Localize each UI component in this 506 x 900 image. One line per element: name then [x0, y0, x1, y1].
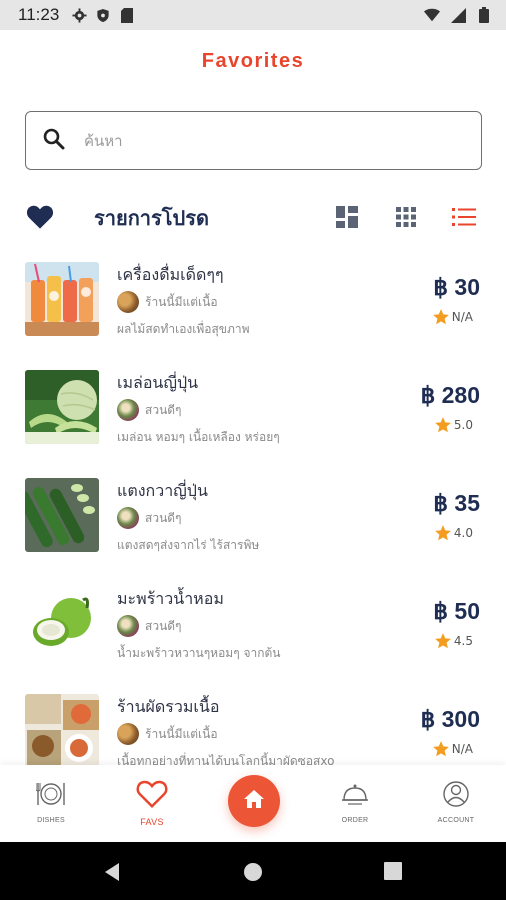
search-box[interactable]: [25, 111, 482, 170]
star-icon: [432, 741, 449, 757]
item-price: ฿ 35: [433, 490, 480, 516]
stirfry-thumbnail: [25, 694, 99, 765]
rating-value: 4.5: [453, 634, 473, 648]
nav-dishes[interactable]: DISHES: [21, 779, 81, 824]
drink-thumbnail: [25, 262, 99, 336]
star-icon: [435, 525, 451, 541]
dashboard-view-icon[interactable]: [335, 205, 359, 229]
item-description: เมล่อน หอมๆ เนื้อเหลือง หร่อยๆ: [117, 430, 280, 444]
battery-icon: [476, 7, 492, 23]
rating-value: 5.0: [453, 418, 473, 432]
store-avatar: [117, 291, 139, 313]
store-info: ร้านนี้มีแต่เนื้อ: [117, 723, 218, 745]
nav-account-label: ACCOUNT: [437, 817, 475, 824]
favorite-item[interactable]: ร้านผัดรวมเนื้อ ร้านนี้มีแต่เนื้อ เนื้อท…: [0, 682, 506, 765]
store-info: ร้านนี้มีแต่เนื้อ: [117, 291, 218, 313]
store-name: สวนดีๆ: [145, 402, 182, 417]
star-icon: [435, 417, 451, 433]
sd-card-icon: [119, 7, 135, 23]
store-avatar: [117, 399, 139, 421]
item-price: ฿ 280: [420, 382, 480, 408]
store-name: ร้านนี้มีแต่เนื้อ: [145, 294, 218, 309]
dishes-icon: [35, 783, 66, 813]
item-description: น้ำมะพร้าวหวานๆหอมๆ จากต้น: [117, 646, 281, 660]
system-navigation-bar: [0, 842, 506, 900]
store-avatar: [117, 723, 139, 745]
nav-favs[interactable]: FAVS: [122, 779, 182, 827]
item-name: มะพร้าวน้ำหอม: [117, 589, 224, 608]
item-price: ฿ 30: [433, 274, 480, 300]
favorites-section-header: รายการโปรด: [0, 196, 506, 240]
favorites-list[interactable]: เครื่องดื่มเด็ดๆๆ ร้านนี้มีแต่เนื้อ ผลไม…: [0, 250, 506, 765]
shield-icon: [95, 7, 111, 23]
heart-icon: [26, 204, 54, 234]
settings-gear-icon: [71, 7, 87, 23]
item-description: ผลไม้สดทำเองเพื่อสุขภาพ: [117, 322, 250, 336]
cloche-icon: [340, 784, 370, 813]
signal-icon: [450, 7, 466, 23]
store-info: สวนดีๆ: [117, 399, 182, 421]
nav-order-label: ORDER: [341, 817, 369, 824]
wifi-icon: [424, 7, 440, 23]
nav-order[interactable]: ORDER: [325, 779, 385, 824]
back-icon[interactable]: [103, 862, 121, 886]
star-icon: [432, 309, 449, 325]
item-price: ฿ 300: [420, 706, 480, 732]
favorite-item[interactable]: เครื่องดื่มเด็ดๆๆ ร้านนี้มีแต่เนื้อ ผลไม…: [0, 250, 506, 358]
favorite-item[interactable]: แตงกวาญี่ปุ่น สวนดีๆ แตงสดๆส่งจากไร่ ไร้…: [0, 466, 506, 574]
grid-view-icon[interactable]: [394, 205, 418, 229]
home-circle-icon[interactable]: [243, 862, 263, 886]
rating-value: N/A: [451, 310, 473, 324]
status-time: 11:23: [18, 5, 60, 24]
bottom-navigation: DISHES FAVS ORDER ACCOUNT: [0, 765, 506, 842]
item-description: แตงสดๆส่งจากไร่ ไร้สารพิษ: [117, 538, 260, 552]
store-info: สวนดีๆ: [117, 615, 182, 637]
heart-outline-icon: [135, 780, 169, 813]
item-price: ฿ 50: [433, 598, 480, 624]
item-description: เนื้อทุกอย่างที่ทานได้บนโลกนี้มาผัดซอสxo: [117, 754, 335, 765]
item-name: เครื่องดื่มเด็ดๆๆ: [117, 265, 224, 284]
store-info: สวนดีๆ: [117, 507, 182, 529]
item-name: แตงกวาญี่ปุ่น: [117, 481, 208, 500]
home-icon: [243, 789, 265, 813]
status-bar: 11:23: [0, 0, 506, 30]
page-title: Favorites: [201, 50, 305, 72]
item-rating: 5.0: [434, 416, 473, 434]
favorite-item[interactable]: มะพร้าวน้ำหอม สวนดีๆ น้ำมะพร้าวหวานๆหอมๆ…: [0, 574, 506, 682]
store-name: สวนดีๆ: [145, 618, 182, 633]
search-input[interactable]: [84, 131, 444, 150]
item-rating: 4.5: [434, 632, 473, 650]
store-name: ร้านนี้มีแต่เนื้อ: [145, 726, 218, 741]
nav-dishes-label: DISHES: [37, 817, 65, 824]
coconut-thumbnail: [25, 586, 99, 660]
recents-icon[interactable]: [384, 862, 402, 884]
item-name: ร้านผัดรวมเนื้อ: [117, 697, 220, 716]
melon-thumbnail: [25, 370, 99, 444]
store-name: สวนดีๆ: [145, 510, 182, 525]
cucumber-thumbnail: [25, 478, 99, 552]
search-icon: [42, 127, 66, 155]
item-name: เมล่อนญี่ปุ่น: [117, 373, 199, 392]
nav-account[interactable]: ACCOUNT: [426, 779, 486, 824]
store-avatar: [117, 615, 139, 637]
section-title: รายการโปรด: [94, 206, 209, 230]
store-avatar: [117, 507, 139, 529]
account-icon: [441, 781, 471, 813]
home-button[interactable]: [228, 775, 280, 827]
list-view-icon[interactable]: [452, 205, 476, 229]
nav-favs-label: FAVS: [140, 817, 164, 827]
rating-value: N/A: [451, 742, 473, 756]
star-icon: [435, 633, 451, 649]
favorite-item[interactable]: เมล่อนญี่ปุ่น สวนดีๆ เมล่อน หอมๆ เนื้อเห…: [0, 358, 506, 466]
item-rating: N/A: [432, 740, 473, 758]
rating-value: 4.0: [453, 526, 473, 540]
item-rating: N/A: [432, 308, 473, 326]
item-rating: 4.0: [434, 524, 473, 542]
